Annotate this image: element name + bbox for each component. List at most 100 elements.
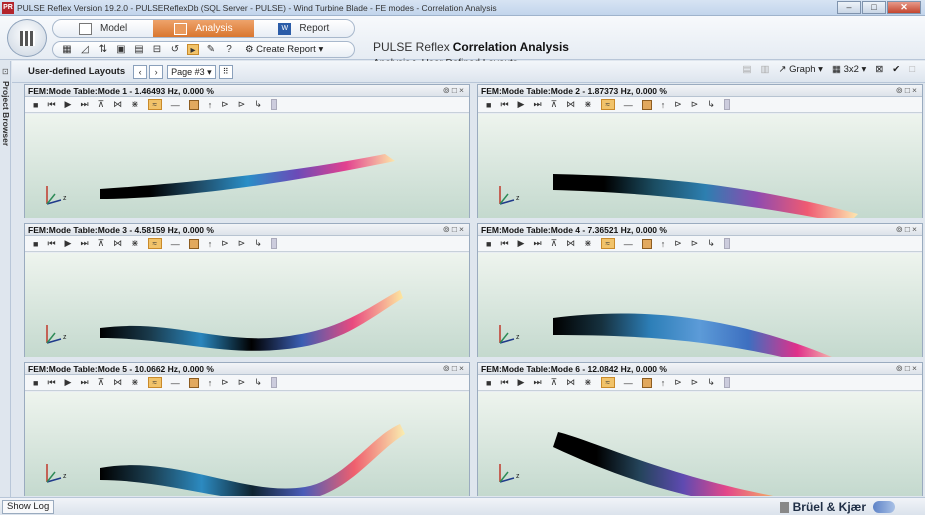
play-icon[interactable]: ▶ <box>518 238 525 249</box>
stop-icon[interactable]: ■ <box>33 239 38 249</box>
frequency-icon[interactable]: ⊼ <box>98 99 105 110</box>
close-button[interactable]: ✕ <box>887 1 921 14</box>
arrow-up-icon[interactable]: ↑ <box>661 378 666 388</box>
export-icon[interactable]: ⊠ <box>875 64 883 75</box>
slider-icon[interactable] <box>723 99 730 110</box>
step-icon[interactable]: ⏭ <box>80 238 88 249</box>
panel-maximize-icon[interactable]: □ <box>905 224 912 234</box>
rewind-icon[interactable]: ⏮ <box>47 99 55 110</box>
frequency-icon[interactable]: ⊼ <box>551 99 558 110</box>
step-icon[interactable]: ⏭ <box>533 238 541 249</box>
axes-icon[interactable]: ↳ <box>254 99 262 110</box>
mode-shape-icon[interactable]: ⋈ <box>113 238 122 249</box>
phase-icon[interactable]: ⋇ <box>584 238 592 249</box>
arrow-up-icon[interactable]: ↑ <box>661 100 666 110</box>
rewind-icon[interactable]: ⏮ <box>47 377 55 388</box>
mode-shape-icon[interactable]: ⋈ <box>113 99 122 110</box>
vector-icon[interactable]: ⊳ <box>221 238 229 249</box>
deform-icon[interactable]: ≈ <box>147 99 162 110</box>
vector-icon[interactable]: ⊳ <box>674 377 682 388</box>
slider-icon[interactable] <box>723 238 730 249</box>
deform-icon[interactable]: ≈ <box>600 238 615 249</box>
slider-icon[interactable] <box>270 238 277 249</box>
table-view-icon[interactable]: ▤ <box>743 64 752 75</box>
vector-plus-icon[interactable]: ⊳ <box>238 99 246 110</box>
panel-close-icon[interactable]: × <box>459 85 466 95</box>
layout-icon[interactable]: ▣ <box>115 44 127 55</box>
arrow-up-icon[interactable]: ↑ <box>208 100 213 110</box>
axes-icon[interactable]: ↳ <box>254 377 262 388</box>
help-icon[interactable]: ? <box>223 44 235 55</box>
phase-icon[interactable]: ⋇ <box>131 377 139 388</box>
vector-plus-icon[interactable]: ⊳ <box>238 238 246 249</box>
line-icon[interactable]: — <box>171 100 180 110</box>
tab-analysis[interactable]: Analysis <box>153 20 254 37</box>
panel-settings-icon[interactable]: ⊚ <box>443 85 452 95</box>
rewind-icon[interactable]: ⏮ <box>500 238 508 249</box>
box-icon[interactable] <box>641 238 652 249</box>
panel-maximize-icon[interactable]: □ <box>452 85 459 95</box>
vector-plus-icon[interactable]: ⊳ <box>691 238 699 249</box>
phase-icon[interactable]: ⋇ <box>131 99 139 110</box>
arrow-up-icon[interactable]: ↑ <box>208 378 213 388</box>
deform-icon[interactable]: ≈ <box>600 377 615 388</box>
box-icon[interactable] <box>188 238 199 249</box>
deform-icon[interactable]: ≈ <box>147 377 162 388</box>
slider-icon[interactable] <box>723 377 730 388</box>
mode-shape-icon[interactable]: ⋈ <box>113 377 122 388</box>
wrench-icon[interactable]: ✔ <box>892 64 900 75</box>
arrow-up-icon[interactable]: ↑ <box>661 239 666 249</box>
axes-icon[interactable]: ↳ <box>707 377 715 388</box>
step-icon[interactable]: ⏭ <box>80 377 88 388</box>
model-3d-view[interactable]: z <box>478 253 922 357</box>
table-icon[interactable]: ▦ <box>61 44 73 55</box>
application-menu-button[interactable] <box>7 19 47 57</box>
rewind-icon[interactable]: ⏮ <box>500 377 508 388</box>
panel-toggle-icon[interactable]: □ <box>909 64 915 75</box>
phase-icon[interactable]: ⋇ <box>131 238 139 249</box>
play-icon[interactable]: ▶ <box>518 99 525 110</box>
prev-page-button[interactable]: ‹ <box>133 64 148 79</box>
frequency-icon[interactable]: ⊼ <box>551 238 558 249</box>
vector-plus-icon[interactable]: ⊳ <box>691 99 699 110</box>
stop-icon[interactable]: ■ <box>33 378 38 388</box>
grid-icon[interactable]: ▤ <box>133 44 145 55</box>
rewind-icon[interactable]: ⏮ <box>500 99 508 110</box>
next-page-button[interactable]: › <box>149 64 164 79</box>
page-select[interactable]: Page #3 ▾ <box>167 64 216 79</box>
play-icon[interactable]: ▶ <box>65 99 72 110</box>
panel-settings-icon[interactable]: ⊚ <box>896 224 905 234</box>
step-icon[interactable]: ⏭ <box>533 377 541 388</box>
frequency-icon[interactable]: ⊼ <box>551 377 558 388</box>
panel-settings-icon[interactable]: ⊚ <box>443 363 452 373</box>
vector-icon[interactable]: ⊳ <box>674 238 682 249</box>
split-icon[interactable]: ⊟ <box>151 44 163 55</box>
panel-settings-icon[interactable]: ⊚ <box>443 224 452 234</box>
grid-size-button[interactable]: ▦ 3x2 ▾ <box>832 64 866 75</box>
panel-close-icon[interactable]: × <box>912 363 919 373</box>
model-3d-view[interactable]: z <box>25 392 469 496</box>
step-icon[interactable]: ⏭ <box>533 99 541 110</box>
stop-icon[interactable]: ■ <box>486 239 491 249</box>
maximize-button[interactable]: □ <box>862 1 886 14</box>
step-icon[interactable]: ⏭ <box>80 99 88 110</box>
graph-button[interactable]: ↗ Graph ▾ <box>779 64 823 75</box>
stop-icon[interactable]: ■ <box>486 100 491 110</box>
axes-icon[interactable]: ↳ <box>707 99 715 110</box>
box-icon[interactable] <box>188 377 199 388</box>
axes-icon[interactable]: ↳ <box>254 238 262 249</box>
frequency-icon[interactable]: ⊼ <box>98 377 105 388</box>
box-icon[interactable] <box>641 377 652 388</box>
axes-icon[interactable]: ↳ <box>707 238 715 249</box>
panel-close-icon[interactable]: × <box>912 224 919 234</box>
show-log-button[interactable]: Show Log <box>2 500 55 514</box>
arrow-up-icon[interactable]: ↑ <box>208 239 213 249</box>
vector-plus-icon[interactable]: ⊳ <box>238 377 246 388</box>
panel-maximize-icon[interactable]: □ <box>452 363 459 373</box>
model-3d-view[interactable]: z <box>478 392 922 496</box>
tab-report[interactable]: W Report <box>254 20 354 37</box>
slider-icon[interactable] <box>270 99 277 110</box>
chart-icon[interactable]: ◿ <box>79 44 91 55</box>
play-icon[interactable]: ▶ <box>518 377 525 388</box>
box-icon[interactable] <box>641 99 652 110</box>
